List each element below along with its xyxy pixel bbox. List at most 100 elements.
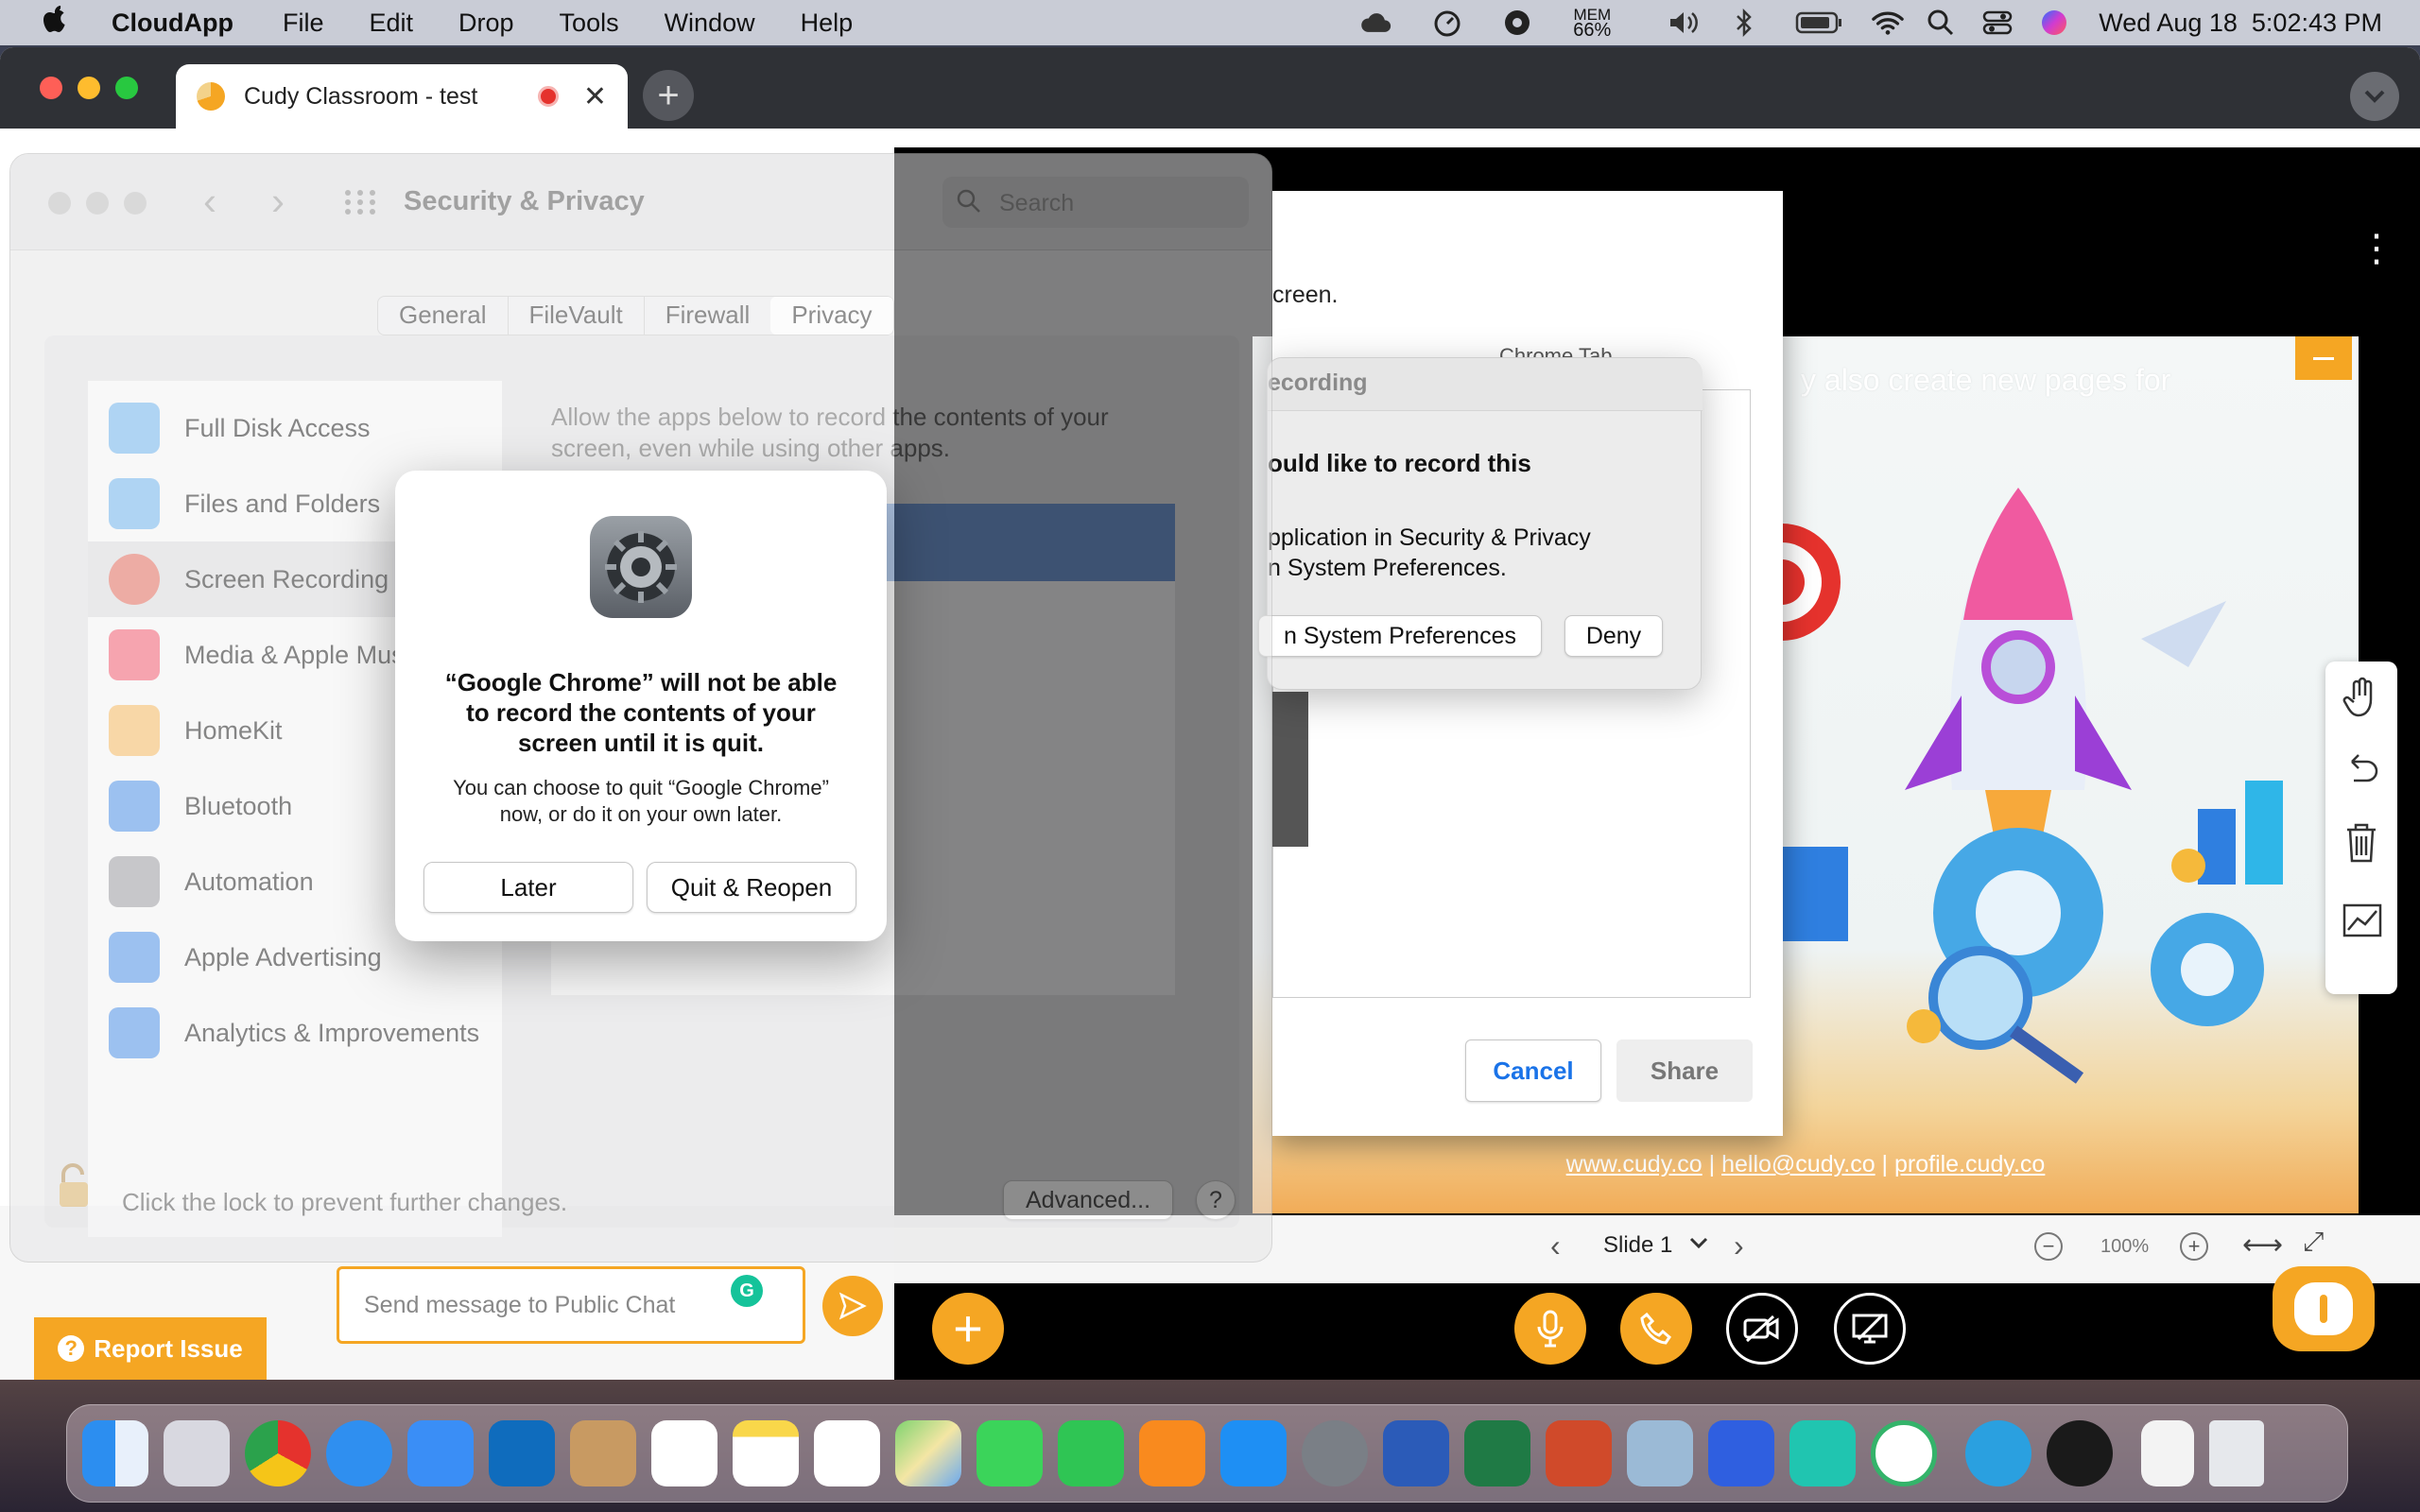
- chat-widget-button[interactable]: [2273, 1266, 2375, 1351]
- launchpad-icon[interactable]: [164, 1420, 230, 1486]
- open-system-preferences-button[interactable]: n System Preferences: [1258, 615, 1542, 657]
- sidebar-item-analytics[interactable]: Analytics & Improvements: [88, 995, 502, 1071]
- add-button[interactable]: +: [932, 1293, 1004, 1365]
- fit-width-icon[interactable]: ⟷: [2242, 1228, 2283, 1262]
- system-preferences-icon[interactable]: [1302, 1420, 1368, 1486]
- spotlight-search-icon[interactable]: [1925, 9, 1957, 37]
- app-store-icon[interactable]: [1220, 1420, 1287, 1486]
- volume-icon[interactable]: [1668, 9, 1700, 37]
- slide-dropdown-icon[interactable]: [1688, 1228, 1709, 1262]
- battery-icon[interactable]: [1794, 9, 1843, 37]
- phone-button[interactable]: [1620, 1293, 1692, 1365]
- screen-share-button[interactable]: [1834, 1293, 1906, 1365]
- sp-back-icon[interactable]: ‹: [203, 179, 216, 224]
- slide-selector[interactable]: Slide 1: [1603, 1232, 1672, 1259]
- prev-slide-icon[interactable]: ‹: [1550, 1228, 1561, 1263]
- tab-firewall[interactable]: Firewall: [643, 297, 771, 335]
- new-tab-button[interactable]: +: [643, 70, 694, 121]
- chart-tool-icon[interactable]: [2342, 903, 2382, 942]
- sp-grid-icon[interactable]: [343, 188, 377, 221]
- trash-icon[interactable]: [2344, 822, 2378, 868]
- clock-icon[interactable]: [1871, 1420, 1937, 1486]
- link-website[interactable]: www.cudy.co: [1566, 1151, 1703, 1177]
- sp-search-field[interactable]: Search: [942, 177, 1249, 228]
- sp-forward-icon[interactable]: ›: [271, 179, 285, 224]
- outlook-icon[interactable]: [489, 1420, 555, 1486]
- menu-help[interactable]: Help: [801, 9, 854, 38]
- preview-icon[interactable]: [1627, 1420, 1693, 1486]
- tab-filevault[interactable]: FileVault: [507, 297, 644, 335]
- fullscreen-icon[interactable]: ⤢: [2303, 1227, 2324, 1258]
- share-cancel-button[interactable]: Cancel: [1465, 1040, 1601, 1102]
- sp-close-button[interactable]: [48, 192, 71, 215]
- disk-icon[interactable]: [1501, 9, 1533, 37]
- notes-icon[interactable]: [733, 1420, 799, 1486]
- camera-off-button[interactable]: [1726, 1293, 1798, 1365]
- trash-can-icon[interactable]: [2209, 1420, 2264, 1486]
- mail-icon[interactable]: [407, 1420, 474, 1486]
- link-email[interactable]: hello@cudy.co: [1721, 1151, 1876, 1177]
- grammarly-icon[interactable]: G: [731, 1275, 763, 1307]
- text-document-icon[interactable]: [2141, 1420, 2194, 1486]
- later-button[interactable]: Later: [424, 862, 633, 913]
- report-issue-button[interactable]: ? Report Issue: [34, 1317, 267, 1380]
- zoom-window-button[interactable]: [115, 77, 138, 99]
- chrome-icon[interactable]: [245, 1420, 311, 1486]
- control-center-icon[interactable]: [1981, 9, 2014, 37]
- help-button[interactable]: ?: [1196, 1180, 1236, 1220]
- timer-icon[interactable]: [1431, 9, 1463, 37]
- menu-drop[interactable]: Drop: [458, 9, 514, 38]
- icloud-icon[interactable]: [2047, 1420, 2113, 1486]
- next-slide-icon[interactable]: ›: [1734, 1228, 1744, 1263]
- menu-clock[interactable]: Wed Aug 18 5:02:43 PM: [2099, 9, 2382, 38]
- stage-menu-icon[interactable]: ⋮: [2358, 227, 2395, 270]
- tab-general[interactable]: General: [378, 297, 508, 335]
- share-thumbnail[interactable]: [1272, 692, 1308, 847]
- advanced-button[interactable]: Advanced...: [1003, 1180, 1173, 1220]
- safari-icon[interactable]: [326, 1420, 392, 1486]
- bluetooth-icon[interactable]: [1728, 9, 1760, 37]
- reminders-icon[interactable]: [814, 1420, 880, 1486]
- facetime-icon[interactable]: [1058, 1420, 1124, 1486]
- send-message-button[interactable]: [822, 1276, 883, 1336]
- messages-icon[interactable]: [977, 1420, 1043, 1486]
- menu-file[interactable]: File: [283, 9, 324, 38]
- word-icon[interactable]: [1383, 1420, 1449, 1486]
- tab-search-button[interactable]: [2350, 72, 2399, 121]
- quit-reopen-button[interactable]: Quit & Reopen: [647, 862, 856, 913]
- deny-button[interactable]: Deny: [1564, 615, 1663, 657]
- menu-edit[interactable]: Edit: [369, 9, 413, 38]
- hand-tool-icon[interactable]: [2342, 677, 2380, 723]
- telegram-icon[interactable]: [1965, 1420, 2031, 1486]
- contacts-icon[interactable]: [570, 1420, 636, 1486]
- cloudapp-icon[interactable]: [1708, 1420, 1774, 1486]
- minimize-window-button[interactable]: [78, 77, 100, 99]
- excel-icon[interactable]: [1464, 1420, 1530, 1486]
- stocks-icon[interactable]: [1789, 1420, 1856, 1486]
- chat-input-box[interactable]: Send message to Public Chat G: [337, 1266, 805, 1344]
- microphone-button[interactable]: [1514, 1293, 1586, 1365]
- sp-zoom-button[interactable]: [124, 192, 147, 215]
- tab-cudy-classroom[interactable]: Cudy Classroom - test ✕: [176, 64, 628, 129]
- cloud-icon[interactable]: [1359, 9, 1392, 37]
- zoom-out-icon[interactable]: −: [2034, 1232, 2063, 1261]
- wifi-icon[interactable]: [1872, 9, 1905, 37]
- menu-window[interactable]: Window: [665, 9, 755, 38]
- link-profile[interactable]: profile.cudy.co: [1894, 1151, 2045, 1177]
- siri-icon[interactable]: [2038, 9, 2070, 37]
- lock-icon[interactable]: [56, 1161, 94, 1215]
- maps-icon[interactable]: [895, 1420, 961, 1486]
- zoom-in-icon[interactable]: +: [2180, 1232, 2208, 1261]
- menu-tools[interactable]: Tools: [560, 9, 619, 38]
- finder-icon[interactable]: [82, 1420, 148, 1486]
- tab-privacy[interactable]: Privacy: [770, 297, 893, 335]
- undo-icon[interactable]: [2342, 752, 2380, 791]
- close-window-button[interactable]: [40, 77, 62, 99]
- tab-close-icon[interactable]: ✕: [583, 80, 607, 113]
- memory-indicator[interactable]: MEM 66%: [1565, 7, 1618, 40]
- calendar-icon[interactable]: [651, 1420, 717, 1486]
- powerpoint-icon[interactable]: [1546, 1420, 1612, 1486]
- share-confirm-button[interactable]: Share: [1616, 1040, 1753, 1102]
- menu-app-name[interactable]: CloudApp: [112, 9, 233, 38]
- books-icon[interactable]: [1139, 1420, 1205, 1486]
